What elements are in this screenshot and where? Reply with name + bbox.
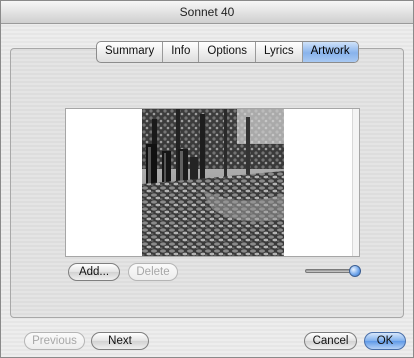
tab-options[interactable]: Options: [199, 42, 257, 62]
artwork-scrollbar[interactable]: [352, 109, 359, 256]
tab-summary[interactable]: Summary: [97, 42, 164, 62]
delete-artwork-button[interactable]: Delete: [128, 263, 178, 281]
previous-button[interactable]: Previous: [24, 332, 85, 350]
artwork-well[interactable]: [65, 108, 360, 257]
song-info-window: Sonnet 40 Summary Info Options Lyrics Ar…: [0, 0, 414, 358]
add-artwork-button[interactable]: Add...: [68, 263, 120, 281]
window-title: Sonnet 40: [1, 1, 413, 24]
next-button[interactable]: Next: [91, 332, 149, 350]
tab-lyrics[interactable]: Lyrics: [256, 42, 303, 62]
tab-artwork[interactable]: Artwork: [302, 42, 358, 62]
cancel-button[interactable]: Cancel: [304, 332, 357, 350]
tab-info[interactable]: Info: [163, 42, 200, 62]
tab-bar: Summary Info Options Lyrics Artwork: [96, 41, 359, 63]
slider-thumb[interactable]: [349, 265, 361, 277]
ok-button[interactable]: OK: [364, 332, 406, 350]
album-artwork-image: [142, 109, 284, 256]
artwork-size-slider[interactable]: [305, 263, 365, 279]
